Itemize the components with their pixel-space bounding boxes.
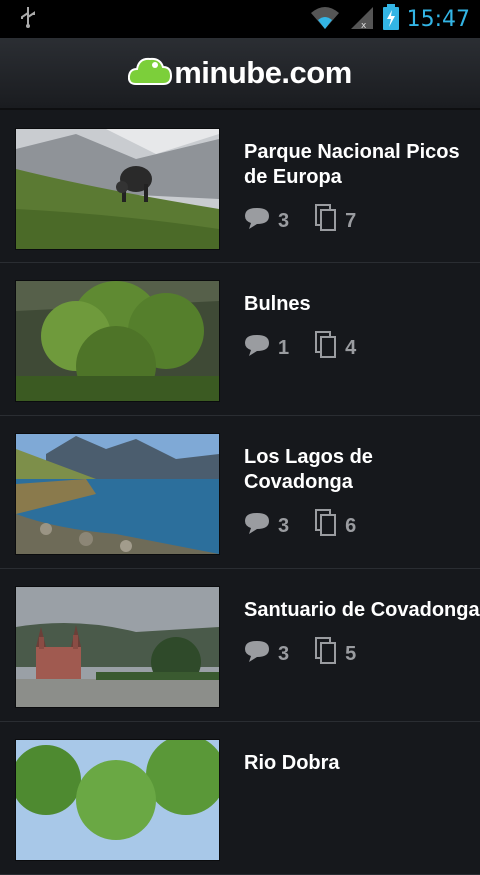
list-item[interactable]: Los Lagos de Covadonga 3 6 (0, 416, 480, 569)
cloud-logo-icon (128, 54, 173, 93)
place-info: Parque Nacional Picos de Europa 3 7 (244, 128, 480, 238)
svg-text:x: x (361, 21, 367, 29)
place-thumbnail (15, 586, 220, 708)
place-info: Rio Dobra (244, 739, 340, 776)
photo-count: 5 (315, 637, 356, 671)
place-title: Bulnes (244, 293, 311, 315)
brand-name: minube.com (174, 55, 352, 90)
place-title: Rio Dobra (244, 752, 340, 774)
place-thumbnail (15, 739, 220, 861)
speech-bubble-icon (244, 206, 270, 236)
photo-count: 4 (315, 331, 356, 365)
place-title: Los Lagos de Covadonga (244, 446, 373, 493)
stacked-photos-icon (315, 204, 337, 238)
comment-count: 3 (244, 639, 289, 669)
comment-count: 3 (244, 511, 289, 541)
place-info: Santuario de Covadonga 3 5 (244, 586, 480, 671)
stacked-photos-icon (315, 637, 337, 671)
status-bar: x 15:47 (0, 0, 480, 38)
battery-charging-icon (382, 3, 399, 35)
place-title: Parque Nacional Picos de Europa (244, 141, 460, 188)
wifi-icon (309, 5, 341, 34)
list-item[interactable]: Parque Nacional Picos de Europa 3 7 (0, 128, 480, 263)
app-header: minube.com (0, 38, 480, 110)
place-stats: 3 5 (244, 637, 480, 671)
photo-count: 7 (315, 204, 356, 238)
comment-count: 3 (244, 206, 289, 236)
stacked-photos-icon (315, 509, 337, 543)
place-title: Santuario de Covadonga (244, 599, 480, 621)
speech-bubble-icon (244, 333, 270, 363)
list-item[interactable]: Bulnes 1 4 (0, 263, 480, 416)
stacked-photos-icon (315, 331, 337, 365)
list-item[interactable]: Santuario de Covadonga 3 5 (0, 569, 480, 722)
signal-icon: x (349, 5, 375, 34)
place-thumbnail (15, 280, 220, 402)
brand-logo[interactable]: minube.com (128, 54, 352, 93)
photo-count: 6 (315, 509, 356, 543)
place-stats: 3 7 (244, 204, 480, 238)
list-item[interactable]: Rio Dobra (0, 722, 480, 875)
speech-bubble-icon (244, 511, 270, 541)
places-list: Parque Nacional Picos de Europa 3 7 Buln… (0, 128, 480, 875)
place-info: Bulnes 1 4 (244, 280, 356, 365)
speech-bubble-icon (244, 639, 270, 669)
place-info: Los Lagos de Covadonga 3 6 (244, 433, 480, 543)
clock: 15:47 (406, 6, 470, 32)
place-thumbnail (15, 128, 220, 250)
place-stats: 1 4 (244, 331, 356, 365)
place-stats: 3 6 (244, 509, 480, 543)
place-thumbnail (15, 433, 220, 555)
comment-count: 1 (244, 333, 289, 363)
usb-icon (18, 5, 38, 34)
